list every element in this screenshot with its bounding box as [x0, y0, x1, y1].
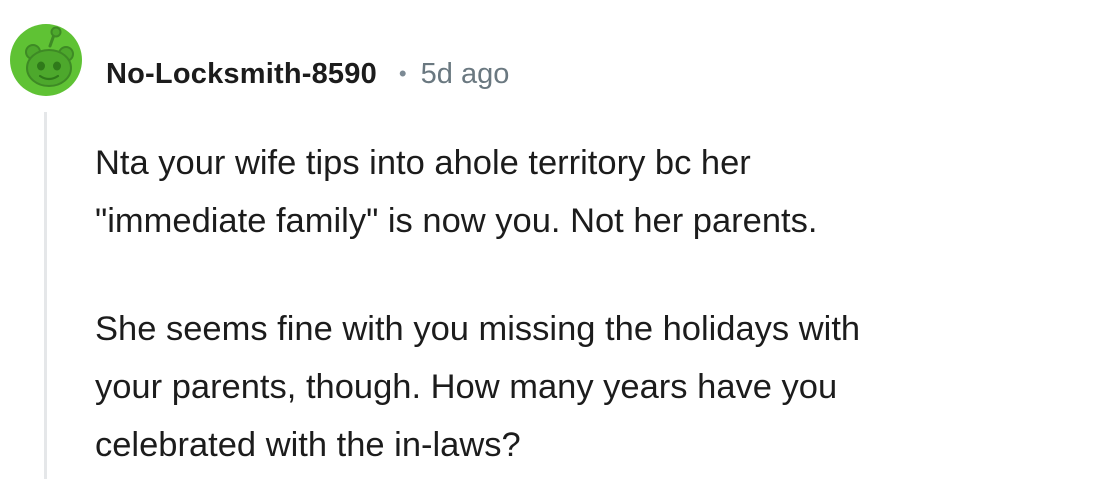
comment-line: She seems fine with you missing the holi… — [95, 310, 861, 348]
comment-line: celebrated with the in-laws? — [95, 426, 521, 464]
reddit-snoo-avatar-icon — [10, 24, 82, 96]
comment-paragraph: She seems fine with you missing the holi… — [95, 300, 1085, 474]
comment-header: No-Locksmith-8590 • 5d ago — [106, 52, 509, 96]
comment-line: Nta your wife tips into ahole territory … — [95, 144, 751, 182]
username-link[interactable]: No-Locksmith-8590 — [106, 58, 377, 91]
avatar[interactable] — [10, 24, 82, 96]
comment-paragraph: Nta your wife tips into ahole territory … — [95, 134, 1085, 250]
timestamp[interactable]: 5d ago — [421, 58, 510, 91]
comment-body: Nta your wife tips into ahole territory … — [95, 134, 1085, 474]
comment: No-Locksmith-8590 • 5d ago Nta your wife… — [0, 0, 1095, 479]
comment-line: your parents, though. How many years hav… — [95, 368, 838, 406]
separator-dot: • — [398, 61, 407, 86]
comment-line: "immediate family" is now you. Not her p… — [95, 202, 818, 240]
thread-line[interactable] — [44, 112, 47, 479]
